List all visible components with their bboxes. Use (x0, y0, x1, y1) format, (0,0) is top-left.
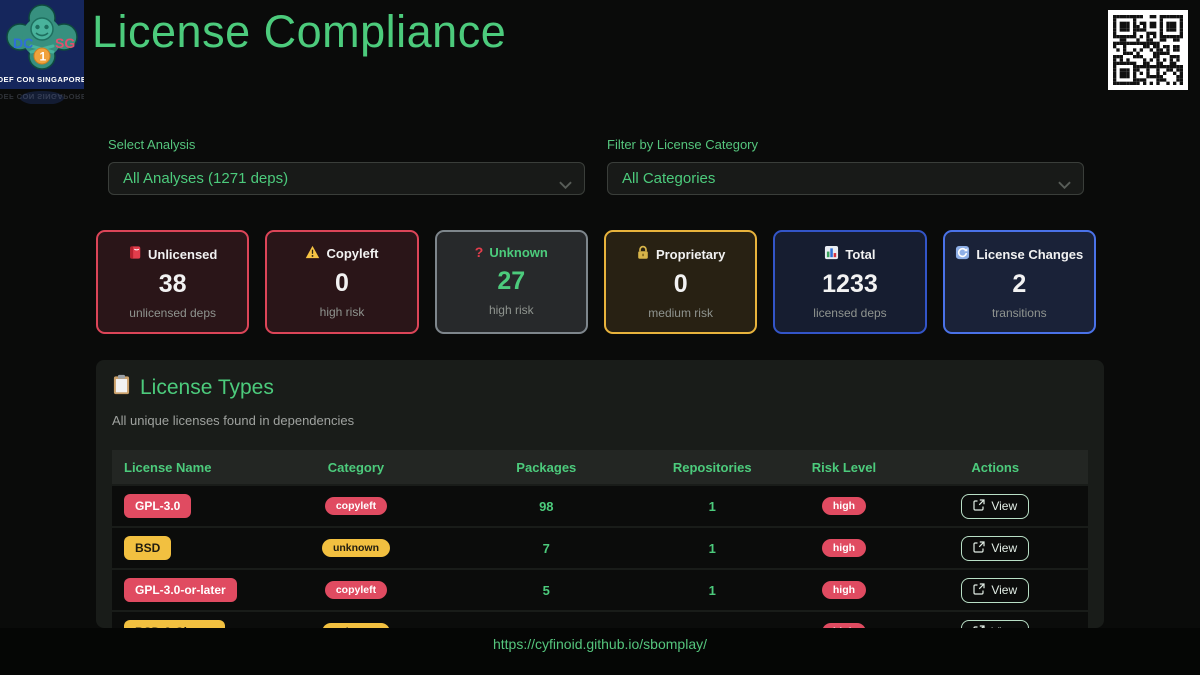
column-header-actions: Actions (903, 460, 1088, 475)
stat-value: 1233 (775, 270, 924, 299)
external-link-icon (973, 541, 985, 556)
stat-label: Unlicensed (148, 247, 217, 262)
analysis-select-value: All Analyses (1271 deps) (123, 170, 288, 187)
license-types-section: License Types All unique licenses found … (96, 360, 1104, 628)
stat-card-unknown: ? Unknown 27 high risk (435, 230, 588, 334)
table-row: BSD unknown 7 1 high View (112, 528, 1088, 568)
footer-bar: https://cyfinoid.github.io/sbomplay/ (0, 628, 1200, 675)
stat-value: 0 (606, 270, 755, 299)
chevron-down-icon (1058, 176, 1071, 194)
packages-count: 5 (543, 583, 550, 598)
category-select[interactable]: All Categories (607, 162, 1084, 195)
filters-row: Select Analysis All Analyses (1271 deps)… (108, 137, 1084, 195)
category-select-value: All Categories (622, 170, 715, 187)
analysis-select[interactable]: All Analyses (1271 deps) (108, 162, 585, 195)
repositories-count: 1 (709, 499, 716, 514)
stat-card-proprietary: Proprietary 0 medium risk (604, 230, 757, 334)
column-header-risk-level: Risk Level (785, 460, 902, 475)
table-header-row: License NameCategoryPackagesRepositories… (112, 450, 1088, 484)
stat-label: License Changes (976, 247, 1083, 262)
section-title-text: License Types (140, 376, 274, 400)
risk-level-badge: high (822, 539, 866, 557)
external-link-icon (973, 499, 985, 514)
external-link-icon (973, 583, 985, 598)
stat-subtitle: high risk (437, 303, 586, 317)
analysis-select-label: Select Analysis (108, 137, 585, 152)
stat-card-license-changes: License Changes 2 transitions (943, 230, 1096, 334)
logo-dc-text: DC (13, 35, 33, 51)
risk-level-badge: high (822, 581, 866, 599)
view-button[interactable]: View (961, 494, 1029, 519)
view-button[interactable]: View (961, 578, 1029, 603)
repositories-count: 1 (709, 541, 716, 556)
qr-code (1108, 10, 1188, 90)
stat-label: Proprietary (656, 247, 725, 262)
question-icon: ? (475, 245, 484, 260)
defcon-singapore-logo: DC SG 1 DEF CON SINGAPORE DEF CON SINGAP… (0, 0, 84, 104)
logo-badge-number: 1 (40, 50, 47, 64)
column-header-repositories: Repositories (639, 460, 785, 475)
page-title: License Compliance (92, 6, 506, 58)
footer-url: https://cyfinoid.github.io/sbomplay/ (493, 636, 707, 675)
risk-level-badge: high (822, 497, 866, 515)
logo-sg-text: SG (55, 35, 75, 51)
clipboard-icon (112, 374, 131, 401)
license-name-badge: BSD-3-Clause (124, 620, 225, 628)
license-name-badge: GPL-3.0-or-later (124, 578, 237, 602)
warning-icon (305, 245, 320, 262)
stat-subtitle: licensed deps (775, 306, 924, 320)
view-button[interactable]: View (961, 536, 1029, 561)
unlicensed-icon (128, 245, 142, 263)
table-row: BSD-3-Clause unknown high View (112, 612, 1088, 628)
stat-value: 0 (267, 269, 416, 298)
stat-label: Copyleft (326, 246, 378, 261)
section-subtitle: All unique licenses found in dependencie… (112, 413, 1088, 428)
lock-icon (636, 245, 650, 263)
stat-value: 2 (945, 270, 1094, 299)
table-body: GPL-3.0 copyleft 98 1 high View BSD unkn… (112, 486, 1088, 628)
packages-count: 7 (543, 541, 550, 556)
stat-value: 38 (98, 270, 247, 299)
license-name-badge: GPL-3.0 (124, 494, 191, 518)
category-badge: copyleft (325, 581, 387, 599)
stat-card-total: Total 1233 licensed deps (773, 230, 926, 334)
view-button[interactable]: View (961, 620, 1029, 629)
stat-card-copyleft: Copyleft 0 high risk (265, 230, 418, 334)
category-select-label: Filter by License Category (607, 137, 1084, 152)
stat-subtitle: unlicensed deps (98, 306, 247, 320)
bar-chart-icon (824, 245, 839, 263)
logo-caption: DEF CON SINGAPORE (0, 75, 84, 84)
packages-count: 98 (539, 499, 553, 514)
stat-subtitle: high risk (267, 305, 416, 319)
logo-caption-reflection: DEF CON SINGAPORE (0, 92, 84, 101)
license-name-badge: BSD (124, 536, 171, 560)
column-header-packages: Packages (454, 460, 639, 475)
stat-value: 27 (437, 267, 586, 296)
refresh-icon (955, 245, 970, 263)
stat-label: Unknown (489, 245, 548, 260)
chevron-down-icon (559, 176, 572, 194)
category-badge: copyleft (325, 497, 387, 515)
analysis-filter-group: Select Analysis All Analyses (1271 deps) (108, 137, 585, 195)
stats-row: Unlicensed 38 unlicensed deps Copyleft 0… (96, 230, 1096, 334)
license-compliance-page: DC SG 1 DEF CON SINGAPORE DEF CON SINGAP… (0, 0, 1200, 675)
stat-card-unlicensed: Unlicensed 38 unlicensed deps (96, 230, 249, 334)
repositories-count: 1 (709, 583, 716, 598)
column-header-license-name: License Name (112, 460, 258, 475)
category-badge: unknown (322, 539, 390, 557)
license-table: License NameCategoryPackagesRepositories… (112, 450, 1088, 628)
stat-label: Total (845, 247, 875, 262)
stat-subtitle: transitions (945, 306, 1094, 320)
stat-subtitle: medium risk (606, 306, 755, 320)
table-row: GPL-3.0-or-later copyleft 5 1 high View (112, 570, 1088, 610)
table-row: GPL-3.0 copyleft 98 1 high View (112, 486, 1088, 526)
category-filter-group: Filter by License Category All Categorie… (607, 137, 1084, 195)
column-header-category: Category (258, 460, 453, 475)
section-title: License Types (112, 374, 1088, 401)
